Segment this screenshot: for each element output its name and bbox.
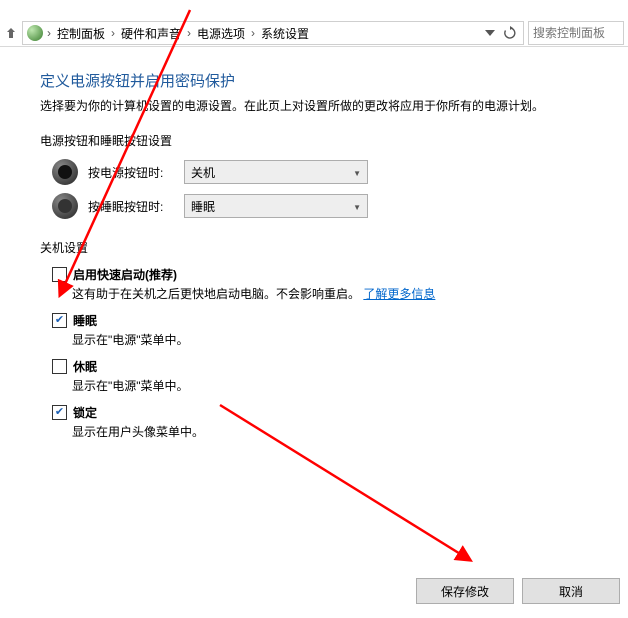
checkbox-lock[interactable]: ✔	[52, 405, 67, 420]
search-input[interactable]	[528, 21, 624, 45]
breadcrumb-item[interactable]: 电源选项	[195, 25, 247, 42]
nav-up-button[interactable]	[4, 22, 18, 44]
cancel-button[interactable]: 取消	[522, 578, 620, 604]
section-title-buttons: 电源按钮和睡眠按钮设置	[40, 132, 588, 149]
learn-more-link[interactable]: 了解更多信息	[363, 287, 435, 301]
history-dropdown-button[interactable]	[481, 24, 499, 42]
chevron-down-icon: ▼	[353, 166, 361, 178]
sleep-button-icon	[52, 193, 78, 219]
option-desc: 这有助于在关机之后更快地启动电脑。不会影响重启。	[72, 287, 360, 301]
page-subtitle: 选择要为你的计算机设置的电源设置。在此页上对设置所做的更改将应用于你所有的电源计…	[40, 97, 588, 114]
sleep-button-label: 按睡眠按钮时:	[88, 198, 174, 215]
section-title-shutdown: 关机设置	[40, 239, 588, 256]
option-label: 休眠	[73, 358, 97, 375]
chevron-down-icon: ▼	[353, 200, 361, 212]
option-label: 锁定	[73, 404, 97, 421]
checkbox-sleep[interactable]: ✔	[52, 313, 67, 328]
power-button-row: 按电源按钮时: 关机 ▼	[52, 159, 588, 185]
refresh-button[interactable]	[501, 24, 519, 42]
checkbox-fast-startup[interactable]	[52, 267, 67, 282]
option-desc: 显示在用户头像菜单中。	[72, 423, 588, 440]
option-hibernate: 休眠 显示在"电源"菜单中。	[52, 358, 588, 394]
sleep-button-select[interactable]: 睡眠 ▼	[184, 194, 368, 218]
option-fast-startup: 启用快速启动(推荐) 这有助于在关机之后更快地启动电脑。不会影响重启。 了解更多…	[52, 266, 588, 302]
power-button-select[interactable]: 关机 ▼	[184, 160, 368, 184]
control-panel-icon	[27, 25, 43, 41]
chevron-right-icon: ›	[45, 26, 53, 40]
power-button-label: 按电源按钮时:	[88, 164, 174, 181]
sleep-button-row: 按睡眠按钮时: 睡眠 ▼	[52, 193, 588, 219]
option-desc: 显示在"电源"菜单中。	[72, 377, 588, 394]
option-desc: 显示在"电源"菜单中。	[72, 331, 588, 348]
breadcrumb-item[interactable]: 系统设置	[259, 25, 311, 42]
option-label: 启用快速启动(推荐)	[73, 266, 177, 283]
select-value: 关机	[191, 164, 215, 181]
chevron-right-icon: ›	[109, 26, 117, 40]
option-sleep: ✔ 睡眠 显示在"电源"菜单中。	[52, 312, 588, 348]
option-lock: ✔ 锁定 显示在用户头像菜单中。	[52, 404, 588, 440]
option-label: 睡眠	[73, 312, 97, 329]
select-value: 睡眠	[191, 198, 215, 215]
breadcrumb-item[interactable]: 控制面板	[55, 25, 107, 42]
checkbox-hibernate[interactable]	[52, 359, 67, 374]
breadcrumb-bar[interactable]: › 控制面板 › 硬件和声音 › 电源选项 › 系统设置	[22, 21, 524, 45]
page-title: 定义电源按钮并启用密码保护	[40, 70, 588, 91]
power-button-icon	[52, 159, 78, 185]
chevron-right-icon: ›	[185, 26, 193, 40]
save-button[interactable]: 保存修改	[416, 578, 514, 604]
chevron-right-icon: ›	[249, 26, 257, 40]
breadcrumb-item[interactable]: 硬件和声音	[119, 25, 183, 42]
